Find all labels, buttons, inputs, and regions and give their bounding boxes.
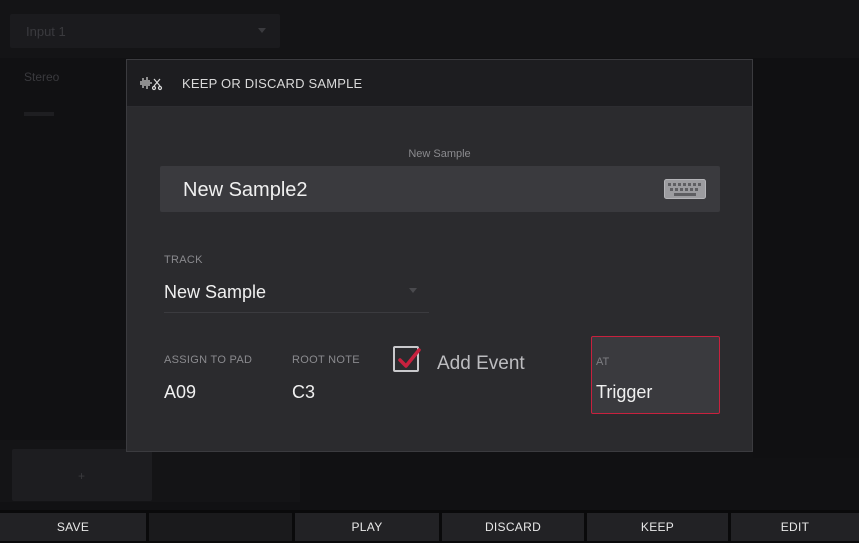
background-side-panel bbox=[753, 58, 859, 458]
waveform-scissors-icon bbox=[140, 77, 163, 91]
edit-button[interactable]: EDIT bbox=[731, 513, 859, 541]
empty-button-slot bbox=[149, 513, 292, 541]
add-event-label[interactable]: Add Event bbox=[437, 353, 525, 375]
keep-button[interactable]: KEEP bbox=[587, 513, 728, 541]
play-button[interactable]: PLAY bbox=[295, 513, 439, 541]
background-pad: + bbox=[12, 449, 152, 501]
add-event-checkbox[interactable] bbox=[393, 346, 421, 372]
plus-icon: + bbox=[78, 469, 86, 483]
background-stereo-label: Stereo bbox=[24, 70, 60, 84]
save-button[interactable]: SAVE bbox=[0, 513, 146, 541]
checkmark-icon bbox=[398, 348, 421, 368]
discard-button[interactable]: DISCARD bbox=[442, 513, 584, 541]
at-field[interactable]: AT Trigger bbox=[591, 336, 720, 414]
background-input-select-label: Input 1 bbox=[26, 24, 66, 39]
at-value: Trigger bbox=[596, 382, 653, 402]
keep-discard-dialog: KEEP OR DISCARD SAMPLE New Sample New Sa… bbox=[126, 59, 753, 452]
track-select[interactable]: New Sample bbox=[164, 272, 429, 313]
chevron-down-icon bbox=[258, 28, 266, 33]
assign-to-pad-value[interactable]: A09 bbox=[164, 382, 196, 403]
track-value: New Sample bbox=[164, 282, 267, 302]
sample-name-label: New Sample bbox=[408, 148, 471, 160]
sample-name-field[interactable]: New Sample2 bbox=[160, 166, 720, 212]
track-label: TRACK bbox=[164, 254, 203, 266]
background-input-select: Input 1 bbox=[10, 14, 280, 48]
sample-name-value: New Sample2 bbox=[183, 179, 308, 201]
root-note-value[interactable]: C3 bbox=[292, 382, 315, 403]
assign-to-pad-label: ASSIGN TO PAD bbox=[164, 354, 253, 366]
chevron-down-icon bbox=[409, 288, 417, 293]
dialog-header: KEEP OR DISCARD SAMPLE bbox=[127, 60, 752, 107]
root-note-label: ROOT NOTE bbox=[292, 354, 360, 366]
background-divider bbox=[24, 112, 54, 116]
bottom-button-bar: SAVE PLAY DISCARD KEEP EDIT bbox=[0, 510, 859, 543]
keyboard-icon[interactable] bbox=[664, 179, 706, 199]
at-label: AT bbox=[596, 356, 610, 368]
dialog-title: KEEP OR DISCARD SAMPLE bbox=[182, 76, 363, 91]
